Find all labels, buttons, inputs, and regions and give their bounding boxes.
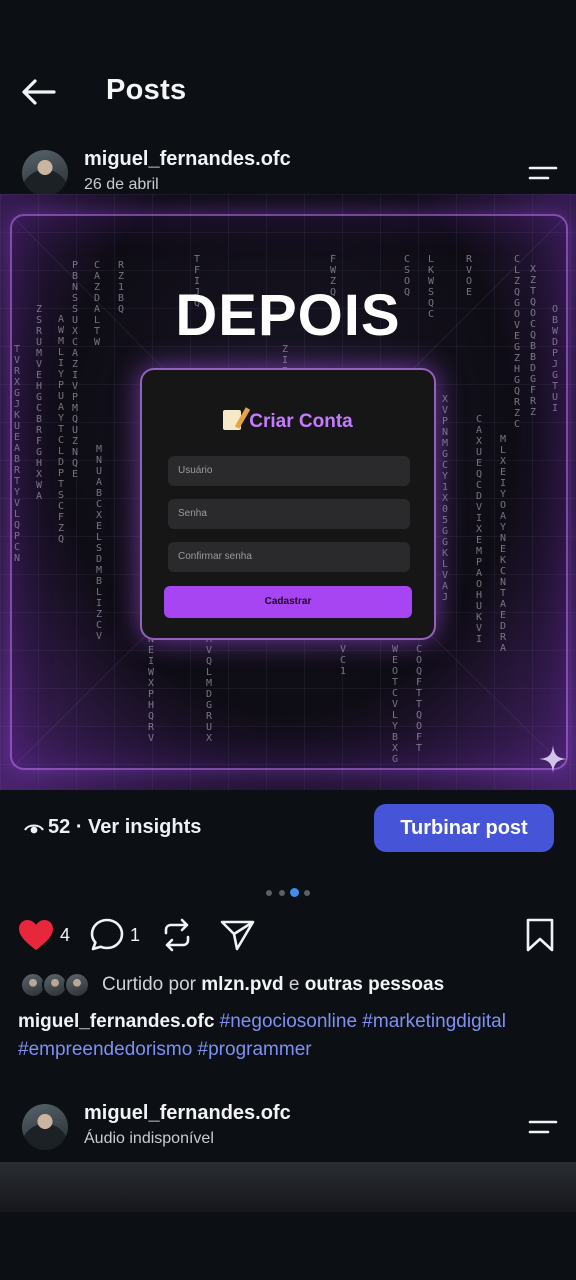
back-button[interactable] bbox=[20, 74, 64, 110]
insights-label: · Ver insights bbox=[75, 816, 202, 838]
liked-by-text: Curtido por mlzn.pvd e outras pessoas bbox=[102, 974, 444, 996]
post-username[interactable]: miguel_fernandes.ofc bbox=[84, 1102, 291, 1125]
eye-icon bbox=[24, 824, 44, 834]
liked-by-others[interactable]: outras pessoas bbox=[305, 974, 444, 995]
save-button[interactable] bbox=[524, 918, 556, 952]
boost-post-button[interactable]: Turbinar post bbox=[374, 804, 554, 852]
bookmark-icon bbox=[526, 918, 554, 952]
repost-icon bbox=[164, 918, 190, 952]
hashtag[interactable]: #marketingdigital bbox=[362, 1011, 506, 1032]
comment-icon bbox=[90, 918, 124, 951]
carousel-dot-active bbox=[290, 888, 299, 897]
insights-row: 52 · Ver insights Turbinar post bbox=[0, 804, 576, 852]
next-post-image[interactable] bbox=[0, 1162, 576, 1212]
username-field: Usuário bbox=[168, 456, 410, 486]
heart-icon bbox=[19, 920, 53, 950]
menu-icon bbox=[528, 1120, 558, 1134]
signup-button: Cadastrar bbox=[164, 586, 412, 618]
post-date: 26 de abril bbox=[84, 176, 159, 193]
carousel-dot bbox=[279, 890, 285, 896]
post-image[interactable]: TVRXGJKUEABRTYVLQPCN ZSRUMVEHGCBRFGHXWA … bbox=[0, 194, 576, 790]
password-field: Senha bbox=[168, 499, 410, 529]
page-title: Posts bbox=[106, 74, 187, 106]
comment-button[interactable]: 1 bbox=[90, 918, 140, 952]
views-count: 52 bbox=[48, 816, 71, 838]
post-caption: miguel_fernandes.ofc #negociosonline #ma… bbox=[18, 1008, 568, 1064]
hashtag[interactable]: #programmer bbox=[198, 1039, 312, 1060]
hashtag[interactable]: #empreendedorismo bbox=[18, 1039, 192, 1060]
liker-avatars bbox=[20, 972, 92, 998]
confirm-password-field: Confirmar senha bbox=[168, 542, 410, 572]
signup-card: Criar Conta Usuário Senha Confirmar senh… bbox=[140, 368, 436, 640]
post-menu-button[interactable] bbox=[526, 1114, 560, 1140]
top-bar: Posts bbox=[0, 60, 576, 124]
carousel-dot bbox=[266, 890, 272, 896]
card-title-text: Criar Conta bbox=[249, 411, 353, 432]
liked-by-row[interactable]: Curtido por mlzn.pvd e outras pessoas bbox=[0, 968, 576, 1002]
audio-status: Áudio indisponível bbox=[84, 1130, 214, 1147]
avatar[interactable] bbox=[22, 1104, 68, 1150]
post-menu-button[interactable] bbox=[526, 160, 560, 186]
like-button[interactable]: 4 bbox=[18, 918, 70, 952]
image-headline: DEPOIS bbox=[175, 283, 401, 348]
liked-by-connector: e bbox=[288, 974, 300, 995]
hashtag[interactable]: #negociosonline bbox=[220, 1011, 357, 1032]
memo-icon bbox=[223, 410, 242, 430]
comments-count: 1 bbox=[130, 924, 141, 945]
liker-avatar bbox=[64, 972, 90, 998]
caption-username[interactable]: miguel_fernandes.ofc bbox=[18, 1011, 214, 1032]
insights-link[interactable]: 52 · Ver insights bbox=[48, 816, 201, 839]
menu-icon bbox=[528, 166, 558, 180]
carousel-indicator bbox=[266, 888, 316, 898]
next-post-header: miguel_fernandes.ofc Áudio indisponível bbox=[0, 1100, 576, 1156]
card-title: Criar Conta bbox=[142, 410, 434, 433]
back-arrow-icon bbox=[22, 79, 56, 105]
sparkle-icon bbox=[539, 745, 567, 773]
liked-by-prefix: Curtido por bbox=[102, 974, 196, 995]
post-username[interactable]: miguel_fernandes.ofc bbox=[84, 148, 291, 171]
share-button[interactable] bbox=[220, 918, 256, 952]
send-icon bbox=[220, 920, 255, 951]
action-bar: 4 1 bbox=[0, 912, 576, 958]
repost-button[interactable] bbox=[160, 918, 194, 952]
avatar[interactable] bbox=[22, 150, 68, 196]
likes-count: 4 bbox=[60, 924, 71, 945]
liked-by-user[interactable]: mlzn.pvd bbox=[201, 974, 283, 995]
carousel-dot bbox=[304, 890, 310, 896]
